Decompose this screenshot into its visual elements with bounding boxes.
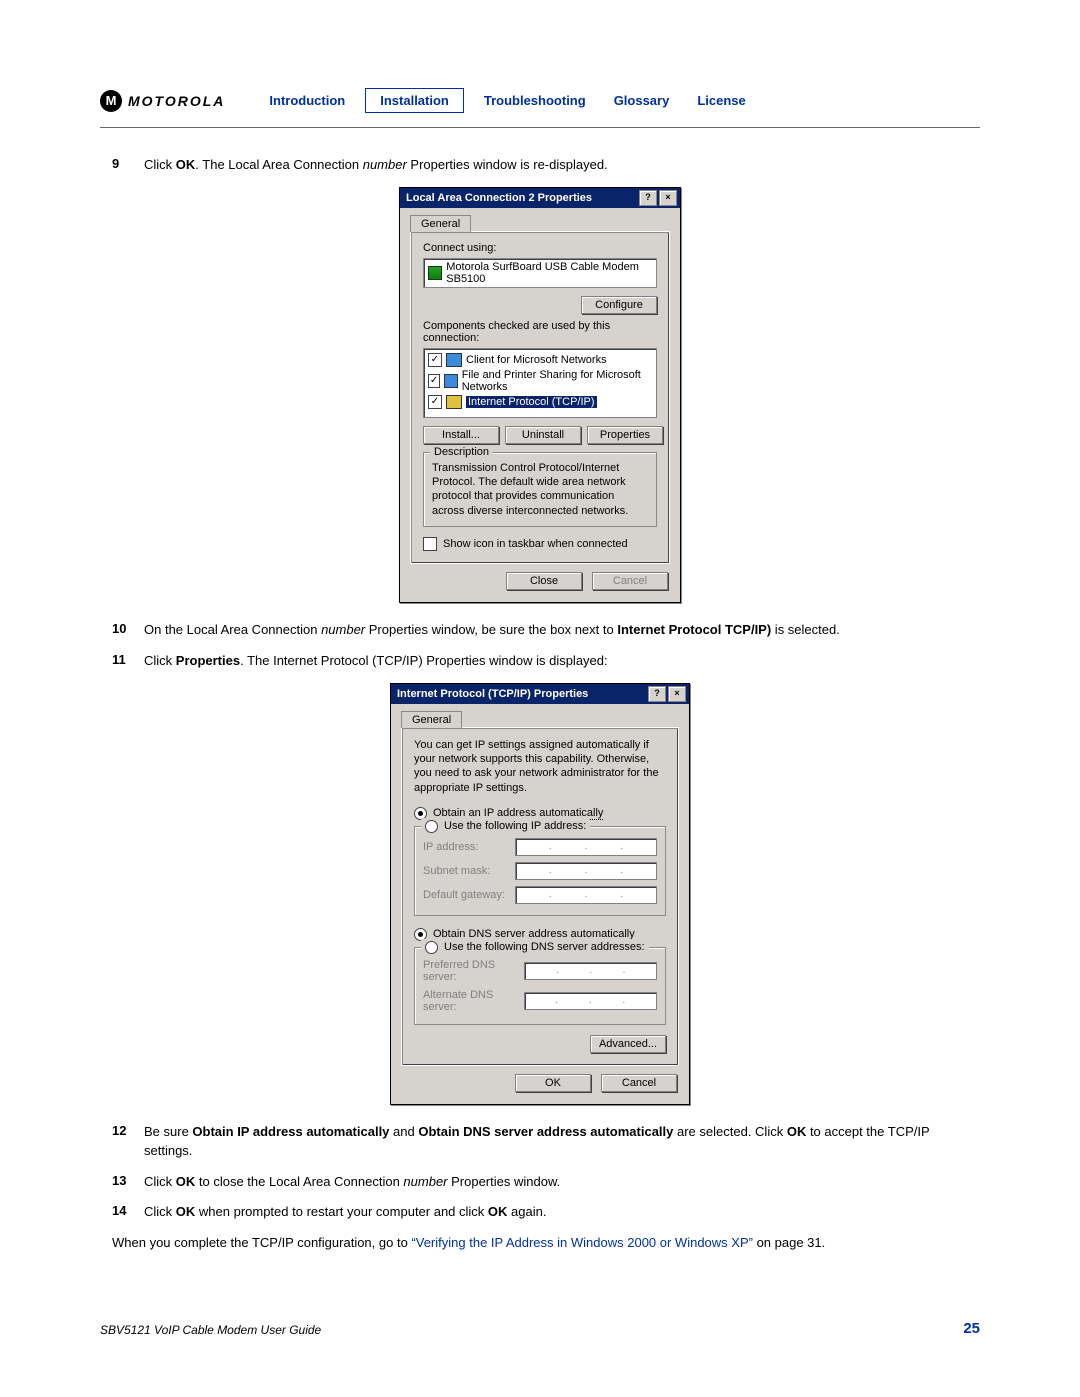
- step-text: Click Properties. The Internet Protocol …: [144, 652, 980, 671]
- verify-ip-link[interactable]: “Verifying the IP Address in Windows 200…: [411, 1235, 753, 1250]
- close-icon[interactable]: ×: [668, 686, 686, 702]
- checkbox-icon[interactable]: ✓: [428, 395, 442, 409]
- close-button[interactable]: Close: [506, 572, 582, 590]
- page-footer: SBV5121 VoIP Cable Modem User Guide 25: [100, 1320, 980, 1337]
- preferred-dns-input: ...: [524, 962, 657, 980]
- alternate-dns-label: Alternate DNS server:: [423, 989, 524, 1013]
- subnet-mask-row: Subnet mask: ...: [423, 859, 657, 883]
- radio-icon[interactable]: [425, 941, 438, 954]
- description-group: Description Transmission Control Protoco…: [423, 452, 657, 527]
- taskbar-label: Show icon in taskbar when connected: [443, 538, 628, 550]
- tcpip-properties-dialog: Internet Protocol (TCP/IP) Properties ? …: [390, 683, 690, 1105]
- step-number: 14: [112, 1203, 132, 1222]
- alternate-dns-row: Alternate DNS server: ...: [423, 986, 657, 1016]
- step-number: 10: [112, 621, 132, 640]
- tab-general[interactable]: General: [401, 711, 462, 728]
- step-12: 12 Be sure Obtain IP address automatical…: [112, 1123, 980, 1161]
- cancel-button[interactable]: Cancel: [601, 1074, 677, 1092]
- tab-general[interactable]: General: [410, 215, 471, 232]
- components-label: Components checked are used by this conn…: [423, 320, 657, 344]
- checkbox-icon[interactable]: ✓: [428, 374, 440, 388]
- ok-button[interactable]: OK: [515, 1074, 591, 1092]
- ip-address-input: ...: [515, 838, 657, 856]
- tab-panel-general: You can get IP settings assigned automat…: [401, 727, 679, 1066]
- step-text: Click OK when prompted to restart your c…: [144, 1203, 980, 1222]
- lan-properties-dialog: Local Area Connection 2 Properties ? × G…: [399, 187, 681, 603]
- description-legend: Description: [430, 446, 493, 458]
- step-text: Click OK. The Local Area Connection numb…: [144, 156, 980, 175]
- closing-paragraph: When you complete the TCP/IP configurati…: [112, 1234, 980, 1253]
- cancel-button: Cancel: [592, 572, 668, 590]
- preferred-dns-row: Preferred DNS server: ...: [423, 956, 657, 986]
- components-listbox[interactable]: ✓ Client for Microsoft Networks ✓ File a…: [423, 348, 657, 418]
- configure-button[interactable]: Configure: [581, 296, 657, 314]
- alternate-dns-input: ...: [524, 992, 658, 1010]
- step-number: 11: [112, 652, 132, 671]
- install-button[interactable]: Install...: [423, 426, 499, 444]
- checkbox-icon[interactable]: ✓: [428, 353, 442, 367]
- brand-wordmark: MOTOROLA: [128, 93, 225, 109]
- subnet-mask-label: Subnet mask:: [423, 865, 490, 877]
- nav-introduction[interactable]: Introduction: [255, 89, 359, 112]
- step-9: 9 Click OK. The Local Area Connection nu…: [112, 156, 980, 175]
- list-item[interactable]: ✓ Client for Microsoft Networks: [428, 352, 652, 368]
- nav-license[interactable]: License: [683, 89, 759, 112]
- adapter-name: Motorola SurfBoard USB Cable Modem SB510…: [446, 261, 652, 285]
- tab-panel-general: Connect using: Motorola SurfBoard USB Ca…: [410, 231, 670, 564]
- description-text: Transmission Control Protocol/Internet P…: [432, 455, 648, 518]
- close-icon[interactable]: ×: [659, 190, 677, 206]
- subnet-mask-input: ...: [515, 862, 657, 880]
- default-gateway-input: ...: [515, 886, 657, 904]
- dialog-title-text: Local Area Connection 2 Properties: [406, 192, 592, 204]
- default-gateway-label: Default gateway:: [423, 889, 505, 901]
- step-number: 12: [112, 1123, 132, 1161]
- taskbar-checkbox-row[interactable]: Show icon in taskbar when connected: [423, 537, 657, 551]
- client-icon: [446, 353, 462, 367]
- help-button[interactable]: ?: [639, 190, 657, 206]
- nic-icon: [428, 266, 442, 280]
- page-number: 25: [963, 1320, 980, 1337]
- list-item-selected[interactable]: ✓ Internet Protocol (TCP/IP): [428, 394, 652, 410]
- dialog-titlebar: Internet Protocol (TCP/IP) Properties ? …: [391, 684, 689, 704]
- list-item[interactable]: ✓ File and Printer Sharing for Microsoft…: [428, 368, 652, 394]
- nav-installation[interactable]: Installation: [365, 88, 464, 113]
- header-divider: [100, 127, 980, 128]
- adapter-field: Motorola SurfBoard USB Cable Modem SB510…: [423, 258, 657, 288]
- step-11: 11 Click Properties. The Internet Protoc…: [112, 652, 980, 671]
- ip-address-row: IP address: ...: [423, 835, 657, 859]
- tcpip-intro-text: You can get IP settings assigned automat…: [414, 738, 666, 795]
- step-10: 10 On the Local Area Connection number P…: [112, 621, 980, 640]
- guide-title: SBV5121 VoIP Cable Modem User Guide: [100, 1323, 321, 1337]
- help-button[interactable]: ?: [648, 686, 666, 702]
- tcpip-icon: [446, 395, 462, 409]
- step-number: 13: [112, 1173, 132, 1192]
- ip-address-label: IP address:: [423, 841, 478, 853]
- nav-troubleshooting[interactable]: Troubleshooting: [470, 89, 600, 112]
- static-ip-group: Use the following IP address: IP address…: [414, 826, 666, 916]
- step-13: 13 Click OK to close the Local Area Conn…: [112, 1173, 980, 1192]
- motorola-logo-icon: M: [100, 90, 122, 112]
- step-text: On the Local Area Connection number Prop…: [144, 621, 980, 640]
- preferred-dns-label: Preferred DNS server:: [423, 959, 524, 983]
- page-header: M MOTOROLA Introduction Installation Tro…: [100, 88, 980, 113]
- dialog-titlebar: Local Area Connection 2 Properties ? ×: [400, 188, 680, 208]
- connect-using-label: Connect using:: [423, 242, 657, 254]
- nav-glossary[interactable]: Glossary: [600, 89, 684, 112]
- properties-button[interactable]: Properties: [587, 426, 663, 444]
- default-gateway-row: Default gateway: ...: [423, 883, 657, 907]
- top-nav: Introduction Installation Troubleshootin…: [255, 88, 759, 113]
- step-text: Be sure Obtain IP address automatically …: [144, 1123, 980, 1161]
- step-text: Click OK to close the Local Area Connect…: [144, 1173, 980, 1192]
- advanced-button[interactable]: Advanced...: [590, 1035, 666, 1053]
- file-printer-icon: [444, 374, 458, 388]
- static-dns-group: Use the following DNS server addresses: …: [414, 947, 666, 1025]
- uninstall-button[interactable]: Uninstall: [505, 426, 581, 444]
- radio-use-static-ip[interactable]: Use the following IP address:: [425, 818, 586, 835]
- dialog-title-text: Internet Protocol (TCP/IP) Properties: [397, 688, 588, 700]
- checkbox-icon[interactable]: [423, 537, 437, 551]
- step-number: 9: [112, 156, 132, 175]
- radio-icon[interactable]: [425, 820, 438, 833]
- radio-use-static-dns[interactable]: Use the following DNS server addresses:: [425, 939, 645, 956]
- step-14: 14 Click OK when prompted to restart you…: [112, 1203, 980, 1222]
